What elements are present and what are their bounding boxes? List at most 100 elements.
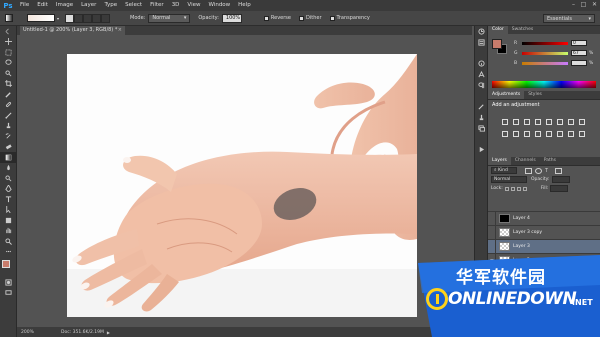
- color-balance-icon[interactable]: [566, 117, 576, 126]
- reverse-checkbox[interactable]: [263, 15, 269, 21]
- hue-saturation-icon[interactable]: [555, 117, 565, 126]
- slider-value[interactable]: [571, 60, 587, 66]
- paragraph-panel-icon[interactable]: [475, 80, 487, 91]
- threshold-icon[interactable]: [555, 129, 565, 138]
- radial-gradient-button[interactable]: [74, 13, 84, 23]
- menu-filter[interactable]: Filter: [146, 0, 168, 11]
- diamond-gradient-button[interactable]: [101, 13, 111, 23]
- collapse-tools-icon[interactable]: [0, 26, 17, 37]
- brush-panel-icon[interactable]: [475, 101, 487, 112]
- clone-stamp-tool-icon[interactable]: [0, 121, 17, 132]
- foreground-color-swatch[interactable]: [492, 39, 502, 49]
- slider-value[interactable]: 0: [571, 40, 587, 46]
- slider-track[interactable]: [522, 61, 568, 65]
- menu-3d[interactable]: 3D: [168, 0, 184, 11]
- adjustment-filter-icon[interactable]: [535, 167, 542, 174]
- quick-select-tool-icon[interactable]: [0, 68, 17, 79]
- dodge-tool-icon[interactable]: [0, 173, 17, 184]
- menu-type[interactable]: Type: [100, 0, 121, 11]
- zoom-level[interactable]: 200%: [21, 330, 51, 335]
- character-panel-icon[interactable]: [475, 69, 487, 80]
- tab-paths[interactable]: Paths: [540, 157, 560, 165]
- pen-tool-icon[interactable]: [0, 184, 17, 195]
- crop-tool-icon[interactable]: [0, 79, 17, 90]
- gradient-picker[interactable]: [27, 14, 55, 22]
- green-slider[interactable]: G 67 %: [514, 49, 598, 57]
- blue-slider[interactable]: B %: [514, 59, 598, 67]
- history-panel-icon[interactable]: [475, 26, 487, 37]
- tab-layers[interactable]: Layers: [488, 157, 511, 165]
- mode-select[interactable]: Normal ▾: [148, 13, 191, 23]
- red-slider[interactable]: R 0: [514, 39, 598, 47]
- shape-filter-icon[interactable]: [555, 167, 562, 174]
- more-tools-icon[interactable]: [0, 247, 17, 258]
- layer-kind-filter[interactable]: ⌕ Kind: [491, 167, 517, 174]
- menu-file[interactable]: File: [16, 0, 33, 11]
- layer-row[interactable]: Layer 3: [488, 239, 600, 254]
- layer-comps-panel-icon[interactable]: [475, 123, 487, 134]
- slider-value[interactable]: 67: [571, 50, 587, 56]
- menu-edit[interactable]: Edit: [33, 0, 52, 11]
- history-brush-tool-icon[interactable]: [0, 131, 17, 142]
- zoom-tool-icon[interactable]: [0, 236, 17, 247]
- levels-icon[interactable]: [511, 117, 521, 126]
- slider-track[interactable]: [522, 41, 568, 45]
- dither-checkbox[interactable]: [299, 15, 304, 21]
- tab-color[interactable]: Color: [488, 26, 508, 34]
- eyedropper-tool-icon[interactable]: [0, 89, 17, 100]
- maximize-button[interactable]: □: [579, 1, 588, 9]
- properties-panel-icon[interactable]: [475, 37, 487, 48]
- close-icon[interactable]: ×: [118, 26, 122, 35]
- vibrance-icon[interactable]: [544, 117, 554, 126]
- shape-tool-icon[interactable]: [0, 215, 17, 226]
- type-tool-icon[interactable]: [0, 194, 17, 205]
- eraser-tool-icon[interactable]: [0, 142, 17, 153]
- quick-mask-icon[interactable]: [0, 277, 17, 288]
- black-white-icon[interactable]: [577, 117, 587, 126]
- angle-gradient-button[interactable]: [83, 13, 93, 23]
- menu-select[interactable]: Select: [121, 0, 146, 11]
- color-swatches[interactable]: [0, 257, 17, 277]
- healing-brush-tool-icon[interactable]: [0, 100, 17, 111]
- blur-tool-icon[interactable]: [0, 163, 17, 174]
- tab-styles[interactable]: Styles: [524, 91, 546, 99]
- gradient-tool-icon[interactable]: [0, 152, 17, 163]
- document-canvas[interactable]: [67, 54, 417, 317]
- gradient-tool-icon[interactable]: [0, 11, 17, 26]
- linear-gradient-button[interactable]: [65, 13, 75, 23]
- close-window-button[interactable]: ✕: [590, 1, 599, 9]
- menu-layer[interactable]: Layer: [77, 0, 100, 11]
- photo-filter-icon[interactable]: [500, 129, 510, 138]
- tab-channels[interactable]: Channels: [511, 157, 540, 165]
- chevron-down-icon[interactable]: ▾: [57, 16, 59, 21]
- layer-row[interactable]: Layer 4: [488, 211, 600, 226]
- marquee-tool-icon[interactable]: [0, 47, 17, 58]
- type-filter-icon[interactable]: T: [545, 168, 552, 174]
- menu-image[interactable]: Image: [52, 0, 77, 11]
- clone-source-panel-icon[interactable]: [475, 112, 487, 123]
- layer-visibility-toggle[interactable]: [488, 211, 496, 226]
- screen-mode-icon[interactable]: [0, 288, 17, 299]
- lock-transparency-icon[interactable]: [504, 186, 509, 191]
- info-panel-icon[interactable]: [475, 58, 487, 69]
- menu-window[interactable]: Window: [204, 0, 234, 11]
- lasso-tool-icon[interactable]: [0, 58, 17, 69]
- actions-panel-icon[interactable]: [475, 144, 487, 155]
- workspace-select[interactable]: Essentials ▾: [543, 14, 595, 23]
- posterize-icon[interactable]: [544, 129, 554, 138]
- layer-row[interactable]: Layer 3 copy: [488, 225, 600, 240]
- slider-track[interactable]: [522, 51, 568, 55]
- fill-input[interactable]: [550, 185, 569, 192]
- image-filter-icon[interactable]: [525, 167, 532, 174]
- layer-visibility-toggle[interactable]: [488, 225, 496, 240]
- channel-mixer-icon[interactable]: [511, 129, 521, 138]
- lock-all-icon[interactable]: [522, 186, 527, 191]
- exposure-icon[interactable]: [533, 117, 543, 126]
- opacity-input[interactable]: 100%: [221, 13, 242, 23]
- selective-color-icon[interactable]: [577, 129, 587, 138]
- brightness-contrast-icon[interactable]: [500, 117, 510, 126]
- move-tool-icon[interactable]: [0, 37, 17, 48]
- lock-position-icon[interactable]: [516, 186, 521, 191]
- transparency-checkbox[interactable]: [329, 15, 335, 21]
- color-lookup-icon[interactable]: [522, 129, 532, 138]
